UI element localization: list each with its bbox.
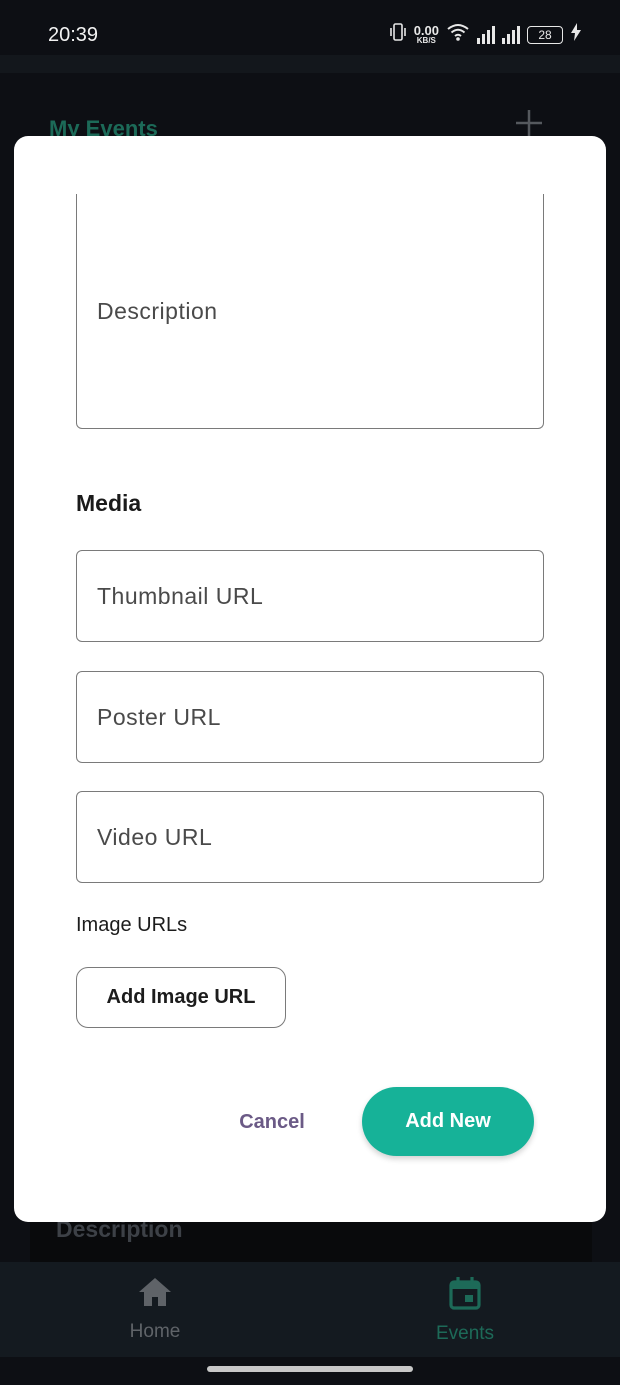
add-new-label: Add New <box>405 1110 491 1132</box>
nav-item-events[interactable]: Events <box>395 1276 535 1345</box>
status-icons: 0.00 KB/S 28 <box>389 22 582 47</box>
add-image-url-button[interactable]: Add Image URL <box>76 967 286 1028</box>
cancel-button[interactable]: Cancel <box>222 1102 322 1142</box>
thumbnail-url-placeholder: Thumbnail URL <box>97 582 264 609</box>
nav-item-home-label: Home <box>129 1321 181 1342</box>
battery-level: 28 <box>538 27 552 42</box>
signal-icon <box>502 25 520 44</box>
network-speed: 0.00 KB/S <box>414 24 439 45</box>
charging-icon <box>570 23 582 46</box>
cancel-label: Cancel <box>239 1110 305 1133</box>
vibrate-icon <box>389 22 407 47</box>
description-field[interactable]: Description <box>76 194 544 429</box>
thumbnail-url-field[interactable]: Thumbnail URL <box>76 550 544 642</box>
video-url-placeholder: Video URL <box>97 823 213 850</box>
poster-url-placeholder: Poster URL <box>97 703 221 730</box>
nav-item-events-label: Events <box>435 1323 495 1344</box>
battery-icon: 28 <box>527 25 563 44</box>
bottom-navigation: Home Events <box>0 1262 620 1357</box>
calendar-icon <box>448 1276 482 1315</box>
status-time: 20:39 <box>48 24 99 46</box>
network-speed-unit: KB/S <box>416 36 436 45</box>
add-image-url-label: Add Image URL <box>106 986 256 1008</box>
add-event-dialog: Description Media Thumbnail URL Poster U… <box>14 136 606 1222</box>
poster-url-field[interactable]: Poster URL <box>76 671 544 763</box>
signal-icon <box>477 25 495 44</box>
wifi-icon <box>446 22 470 47</box>
nav-item-home[interactable]: Home <box>85 1276 225 1343</box>
video-url-field[interactable]: Video URL <box>76 791 544 883</box>
gesture-handle[interactable] <box>207 1366 413 1372</box>
image-urls-label: Image URLs <box>76 914 188 936</box>
app-bar-strip <box>0 55 620 73</box>
home-icon <box>137 1276 173 1313</box>
media-heading: Media <box>76 490 142 516</box>
description-placeholder: Description <box>97 297 218 324</box>
add-new-button[interactable]: Add New <box>362 1087 534 1156</box>
